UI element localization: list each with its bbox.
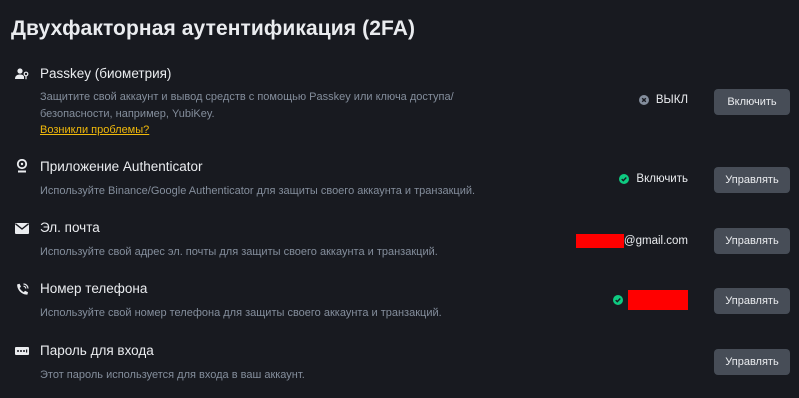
email-status-text: @gmail.com <box>623 235 688 247</box>
x-circle-icon <box>638 95 649 105</box>
manage-phone-button[interactable]: Управлять <box>714 288 790 314</box>
authenticator-status-text: Включить <box>636 173 688 185</box>
phone-status <box>613 290 688 310</box>
manage-password-button[interactable]: Управлять <box>714 349 790 375</box>
authenticator-title: Приложение Authenticator <box>40 159 203 174</box>
check-circle-icon <box>613 295 623 305</box>
password-description: Этот пароль используется для входа в ваш… <box>40 369 305 381</box>
user-key-icon <box>14 67 30 81</box>
authenticator-status: Включить <box>619 173 688 185</box>
passkey-description-line2: безопасности, например, YubiKey. <box>40 108 215 120</box>
email-description: Используйте свой адрес эл. почты для защ… <box>40 246 438 258</box>
email-status: @gmail.com <box>575 234 688 248</box>
passkey-description-line1: Защитите свой аккаунт и вывод средств с … <box>40 91 454 103</box>
phone-icon <box>14 282 30 296</box>
passkey-title: Passkey (биометрия) <box>40 66 172 81</box>
email-title: Эл. почта <box>40 220 100 235</box>
passkey-status-text: ВЫКЛ <box>655 94 688 106</box>
mail-icon <box>14 221 30 235</box>
authenticator-description: Используйте Binance/Google Authenticator… <box>40 185 476 197</box>
authenticator-icon <box>14 159 30 173</box>
passkey-status: ВЫКЛ <box>638 94 688 106</box>
manage-email-button[interactable]: Управлять <box>714 228 790 254</box>
phone-description: Используйте свой номер телефона для защи… <box>40 307 442 319</box>
enable-passkey-button[interactable]: Включить <box>714 89 790 115</box>
redacted-phone-number <box>628 290 688 310</box>
check-circle-icon <box>619 174 630 184</box>
password-title: Пароль для входа <box>40 343 154 358</box>
password-icon <box>14 344 30 358</box>
problems-link[interactable]: Возникли проблемы? <box>40 124 149 136</box>
phone-title: Номер телефона <box>40 281 148 296</box>
manage-authenticator-button[interactable]: Управлять <box>714 167 790 193</box>
redacted-email-prefix <box>575 234 624 248</box>
page-title: Двухфакторная аутентификация (2FA) <box>11 17 416 40</box>
